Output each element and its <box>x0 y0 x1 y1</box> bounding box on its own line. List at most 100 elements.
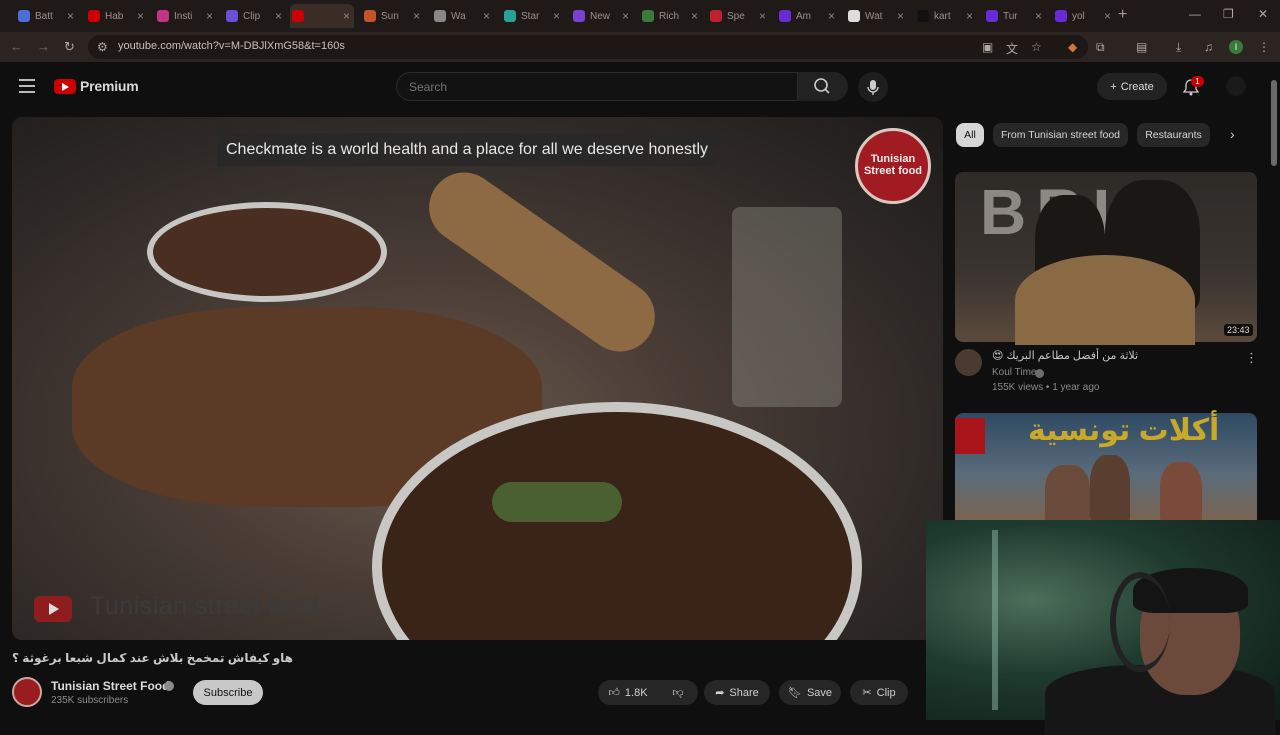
create-button[interactable]: + Create <box>1097 73 1167 100</box>
browser-menu-icon[interactable]: ⋮ <box>1258 40 1270 54</box>
browser-tab[interactable]: kart × <box>915 4 977 28</box>
microphone-icon <box>867 80 879 95</box>
tab-label: Wa <box>451 10 466 22</box>
url-text[interactable]: youtube.com/watch?v=M-DBJlXmG58&t=160s <box>118 40 345 52</box>
tab-label: Tur <box>1003 10 1018 22</box>
chevron-right-icon[interactable]: › <box>1230 126 1235 142</box>
channel-avatar[interactable] <box>955 349 982 376</box>
youtube-watermark-icon <box>34 596 72 622</box>
plus-icon: + <box>1110 80 1117 93</box>
browser-tab[interactable]: New × <box>571 4 633 28</box>
search-input[interactable] <box>396 72 798 101</box>
tab-close-icon[interactable]: × <box>966 9 973 23</box>
extension-icon[interactable]: ◆ <box>1068 40 1077 54</box>
tab-label: Spe <box>727 10 745 22</box>
chip-from-channel[interactable]: From Tunisian street food <box>993 123 1128 147</box>
tab-close-icon[interactable]: × <box>206 9 213 23</box>
save-label: Save <box>806 686 833 699</box>
tab-close-icon[interactable]: × <box>413 9 420 23</box>
channel-avatar[interactable] <box>12 677 42 707</box>
dislike-button[interactable]: 👎︎ <box>662 680 694 705</box>
tab-close-icon[interactable]: × <box>137 9 144 23</box>
profile-avatar[interactable]: I <box>1229 40 1243 54</box>
close-window-icon[interactable]: ✕ <box>1258 7 1268 21</box>
download-icon[interactable]: ⤓ <box>1176 40 1181 55</box>
save-button[interactable]: 🔖︎ Save <box>779 680 841 705</box>
translate-icon[interactable]: 文 <box>1006 40 1018 57</box>
tab-favicon-icon <box>292 10 304 22</box>
tab-close-icon[interactable]: × <box>67 9 74 23</box>
bookmark-star-icon[interactable]: ☆ <box>1031 40 1042 54</box>
media-icon[interactable]: ♫ <box>1204 40 1213 54</box>
browser-tab[interactable]: Am × <box>777 4 839 28</box>
voice-search-button[interactable] <box>858 72 888 102</box>
tab-label: Clip <box>243 10 261 22</box>
tab-close-icon[interactable]: × <box>553 9 560 23</box>
browser-tab[interactable]: Hab × <box>86 4 148 28</box>
tab-close-icon[interactable]: × <box>483 9 490 23</box>
browser-tab[interactable]: Star × <box>502 4 564 28</box>
tab-close-icon[interactable]: × <box>622 9 629 23</box>
recommendation-title[interactable]: ثلاثة من أفضل مطاعم البريك 😍 <box>992 349 1138 362</box>
recommendation-meta: 155K views • 1 year ago <box>992 382 1100 393</box>
chip-restaurants[interactable]: Restaurants <box>1137 123 1210 147</box>
thumbnail-person <box>1160 462 1202 523</box>
browser-tab[interactable]: Wa × <box>432 4 494 28</box>
share-button[interactable]: ➦ Share <box>704 680 770 705</box>
youtube-premium-logo-text[interactable]: Premium <box>80 78 139 94</box>
tab-label: Rich <box>659 10 680 22</box>
like-button[interactable]: 👍︎ 1.8K <box>598 680 658 705</box>
minimize-icon[interactable]: — <box>1189 7 1201 21</box>
browser-tab[interactable]: Clip × <box>224 4 286 28</box>
tab-label: Batt <box>35 10 53 22</box>
cast-icon[interactable]: ▣ <box>982 40 993 54</box>
tab-close-icon[interactable]: × <box>1035 9 1042 23</box>
browser-tab[interactable]: yol × <box>1053 4 1115 28</box>
tab-close-icon[interactable]: × <box>275 9 282 23</box>
extensions-puzzle-icon[interactable]: ⧉ <box>1096 40 1105 55</box>
tab-favicon-icon <box>226 10 238 22</box>
new-tab-button[interactable]: + <box>1118 6 1127 24</box>
back-icon[interactable]: ← <box>10 39 23 54</box>
tab-close-icon[interactable]: × <box>897 9 904 23</box>
subscriber-count: 235K subscribers <box>51 695 129 706</box>
tab-label: kart <box>934 10 951 22</box>
browser-tab[interactable]: Batt × <box>16 4 78 28</box>
tab-label: Hab <box>105 10 124 22</box>
tab-close-icon[interactable]: × <box>343 9 350 23</box>
browser-tab[interactable]: Insti × <box>155 4 217 28</box>
browser-tab[interactable]: Spe × <box>708 4 770 28</box>
hamburger-menu-icon[interactable] <box>19 79 35 93</box>
chip-all[interactable]: All <box>956 123 984 147</box>
forward-icon[interactable]: → <box>37 39 50 54</box>
search-button[interactable] <box>798 72 848 101</box>
tab-favicon-icon <box>710 10 722 22</box>
tab-close-icon[interactable]: × <box>828 9 835 23</box>
restore-icon[interactable]: ❐ <box>1223 7 1234 21</box>
account-avatar[interactable] <box>1226 76 1246 96</box>
tab-close-icon[interactable]: × <box>691 9 698 23</box>
recommendation-channel[interactable]: Koul Time <box>992 367 1036 378</box>
channel-name[interactable]: Tunisian Street Food <box>51 679 169 693</box>
browser-tab[interactable]: Rich × <box>640 4 702 28</box>
browser-tab[interactable]: Sun × <box>362 4 424 28</box>
clip-button[interactable]: ✂ Clip <box>850 680 908 705</box>
video-caption: Checkmate is a world health and a place … <box>217 133 718 166</box>
browser-tab[interactable]: Tur × <box>984 4 1046 28</box>
tab-favicon-icon <box>364 10 376 22</box>
scissors-icon: ✂ <box>862 687 872 699</box>
tab-label: Insti <box>174 10 193 22</box>
tab-close-icon[interactable]: × <box>759 9 766 23</box>
page-scrollbar[interactable] <box>1271 80 1277 166</box>
sidepanel-icon[interactable]: ▤ <box>1136 40 1147 54</box>
more-options-icon[interactable]: ⋮ <box>1245 350 1258 366</box>
subscribe-button[interactable]: Subscribe <box>193 680 263 705</box>
browser-tab[interactable]: Wat × <box>846 4 908 28</box>
site-info-icon[interactable]: ⚙ <box>97 40 108 54</box>
browser-tab[interactable]: × <box>290 4 354 28</box>
video-player[interactable] <box>12 117 943 640</box>
tab-close-icon[interactable]: × <box>1104 9 1111 23</box>
youtube-logo-icon[interactable] <box>54 79 76 94</box>
reload-icon[interactable]: ↻ <box>64 39 75 55</box>
channel-watermark-badge: Tunisian Street food <box>855 128 931 204</box>
